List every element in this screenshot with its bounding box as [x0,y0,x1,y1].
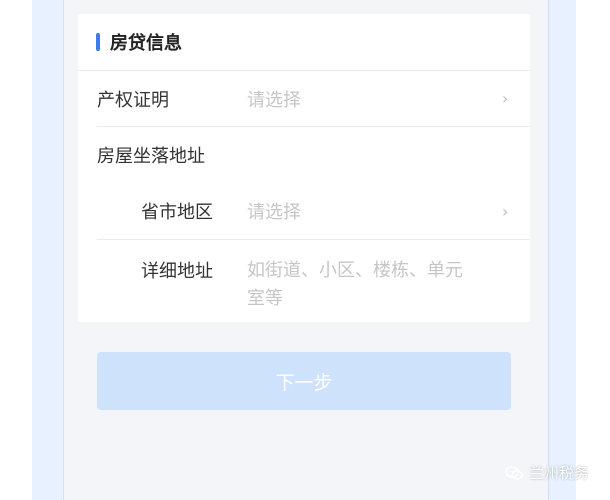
left-margin [0,0,32,500]
region-select[interactable]: 请选择 [247,198,301,224]
property-certificate-row[interactable]: 产权证明 请选择 › [78,71,530,126]
detail-address-input[interactable]: 如街道、小区、楼栋、单元 室等 [247,257,507,313]
next-step-button[interactable]: 下一步 [97,352,511,410]
region-row[interactable]: 省市地区 请选择 › [78,183,530,239]
property-certificate-label: 产权证明 [97,89,169,111]
section-header: 房贷信息 [78,14,530,70]
address-group-label: 房屋坐落地址 [97,146,205,167]
watermark-text: 兰州税务 [529,464,590,482]
detail-address-row[interactable]: 详细地址 如街道、小区、楼栋、单元 室等 [78,240,530,322]
section-accent-bar [96,33,100,51]
detail-address-label: 详细地址 [141,261,213,282]
watermark: 兰州税务 [505,462,589,483]
wechat-icon [505,465,523,480]
section-title: 房贷信息 [110,33,182,54]
right-margin [576,0,610,500]
mortgage-info-card: 房贷信息 产权证明 请选择 › 房屋坐落地址 省市地区 请选择 › 详细地址 如… [78,14,530,322]
chevron-right-icon: › [502,201,509,221]
property-certificate-select[interactable]: 请选择 [247,86,301,112]
region-label: 省市地区 [141,202,213,223]
address-group-row: 房屋坐落地址 [78,127,530,183]
detail-address-placeholder-line2: 室等 [247,288,283,309]
detail-address-placeholder-line1: 如街道、小区、楼栋、单元 [247,260,463,281]
chevron-right-icon: › [502,89,509,108]
